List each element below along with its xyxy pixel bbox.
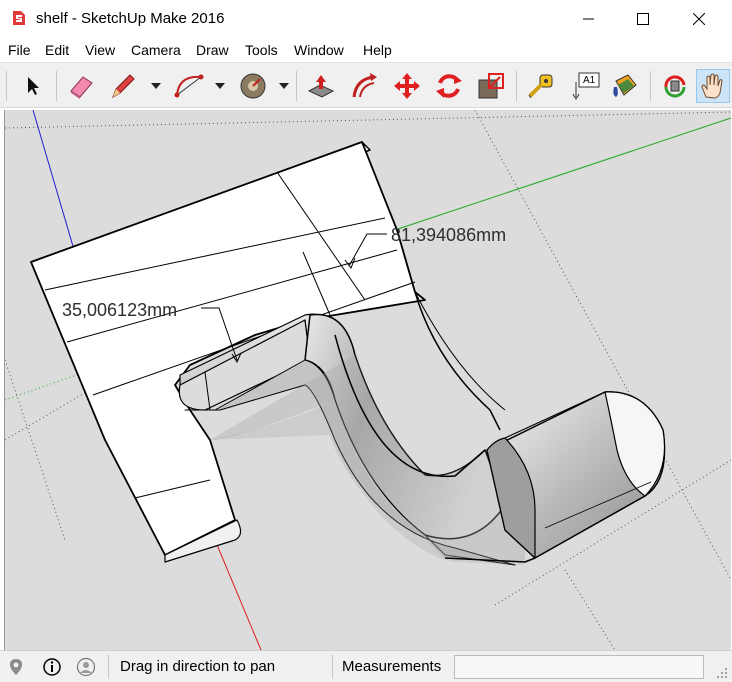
orbit-tool-button[interactable]	[658, 69, 692, 103]
resize-grip-icon[interactable]	[716, 667, 728, 679]
arc-tool-button[interactable]	[172, 69, 206, 103]
orbit-icon	[664, 75, 686, 98]
close-icon	[693, 13, 705, 25]
toolbar-separator	[56, 71, 57, 101]
info-icon[interactable]	[42, 657, 62, 677]
move-icon	[394, 73, 420, 99]
tape-measure-icon	[528, 74, 553, 99]
pan-icon	[701, 73, 723, 99]
dimension-label-length[interactable]: 81,394086mm	[391, 225, 506, 246]
push-pull-tool-button[interactable]	[304, 69, 338, 103]
menu-tools[interactable]: Tools	[245, 42, 278, 58]
scale-icon	[478, 73, 504, 99]
chevron-down-icon[interactable]	[150, 81, 162, 91]
minimize-button[interactable]	[566, 0, 612, 38]
chevron-down-icon[interactable]	[214, 81, 226, 91]
hook-rim	[396, 229, 501, 431]
status-separator	[108, 655, 109, 679]
menu-draw[interactable]: Draw	[196, 42, 229, 58]
eraser-icon	[70, 76, 93, 99]
modeling-viewport[interactable]: 81,394086mm 35,006123mm	[4, 110, 731, 650]
geolocation-icon[interactable]	[6, 657, 26, 677]
text-tool-button[interactable]: A1	[568, 69, 602, 103]
window-title: shelf - SketchUp Make 2016	[36, 10, 225, 27]
offset-icon	[352, 73, 377, 98]
status-bar: Drag in direction to pan Measurements	[0, 650, 732, 682]
model-canvas	[5, 110, 731, 650]
shapes-icon	[240, 73, 266, 99]
red-axis	[214, 539, 262, 650]
paint-bucket-tool-button[interactable]	[608, 69, 642, 103]
select-tool-button[interactable]	[16, 69, 50, 103]
pencil-tool-button[interactable]	[106, 69, 140, 103]
tape-measure-tool-button[interactable]	[524, 69, 558, 103]
title-bar: shelf - SketchUp Make 2016	[0, 0, 732, 38]
arc-icon	[174, 74, 204, 98]
user-account-icon[interactable]	[76, 657, 96, 677]
menu-help[interactable]: Help	[363, 42, 392, 58]
rotate-tool-button[interactable]	[432, 69, 466, 103]
offset-tool-button[interactable]	[348, 69, 382, 103]
toolbar-grip	[6, 71, 7, 101]
toolbar-separator	[296, 71, 297, 101]
rotate-icon	[436, 74, 462, 98]
hook-rim	[414, 291, 506, 411]
pencil-icon	[112, 74, 135, 99]
blue-axis	[32, 110, 78, 261]
green-axis-dotted	[5, 371, 86, 401]
pan-tool-button[interactable]	[696, 69, 730, 103]
select-icon	[28, 77, 39, 95]
move-tool-button[interactable]	[390, 69, 424, 103]
scale-tool-button[interactable]	[474, 69, 508, 103]
sketchup-logo-icon	[13, 11, 25, 25]
minimize-icon	[583, 18, 594, 20]
toolbar-separator	[516, 71, 517, 101]
maximize-icon	[637, 13, 649, 25]
menu-window[interactable]: Window	[294, 42, 344, 58]
green-axis	[394, 117, 731, 231]
chevron-down-icon[interactable]	[278, 81, 290, 91]
measurements-label: Measurements	[342, 658, 442, 675]
text-tool-label: A1	[583, 75, 596, 86]
toolbar-separator	[650, 71, 651, 101]
status-separator	[332, 655, 333, 679]
close-button[interactable]	[676, 0, 722, 38]
maximize-button[interactable]	[620, 0, 666, 38]
dimension-label-width[interactable]: 35,006123mm	[62, 300, 177, 321]
menu-camera[interactable]: Camera	[131, 42, 181, 58]
shapes-tool-button[interactable]	[236, 69, 270, 103]
menu-edit[interactable]: Edit	[45, 42, 69, 58]
paint-bucket-icon	[613, 74, 637, 97]
push-pull-icon	[307, 75, 335, 98]
menu-bar: File Edit View Camera Draw Tools Window …	[0, 38, 732, 62]
menu-file[interactable]: File	[8, 42, 31, 58]
eraser-tool-button[interactable]	[64, 69, 98, 103]
menu-view[interactable]: View	[85, 42, 115, 58]
measurements-input[interactable]	[454, 655, 704, 679]
shelf-model[interactable]	[30, 141, 666, 566]
main-toolbar: A1	[0, 62, 732, 108]
status-hint: Drag in direction to pan	[120, 658, 276, 675]
